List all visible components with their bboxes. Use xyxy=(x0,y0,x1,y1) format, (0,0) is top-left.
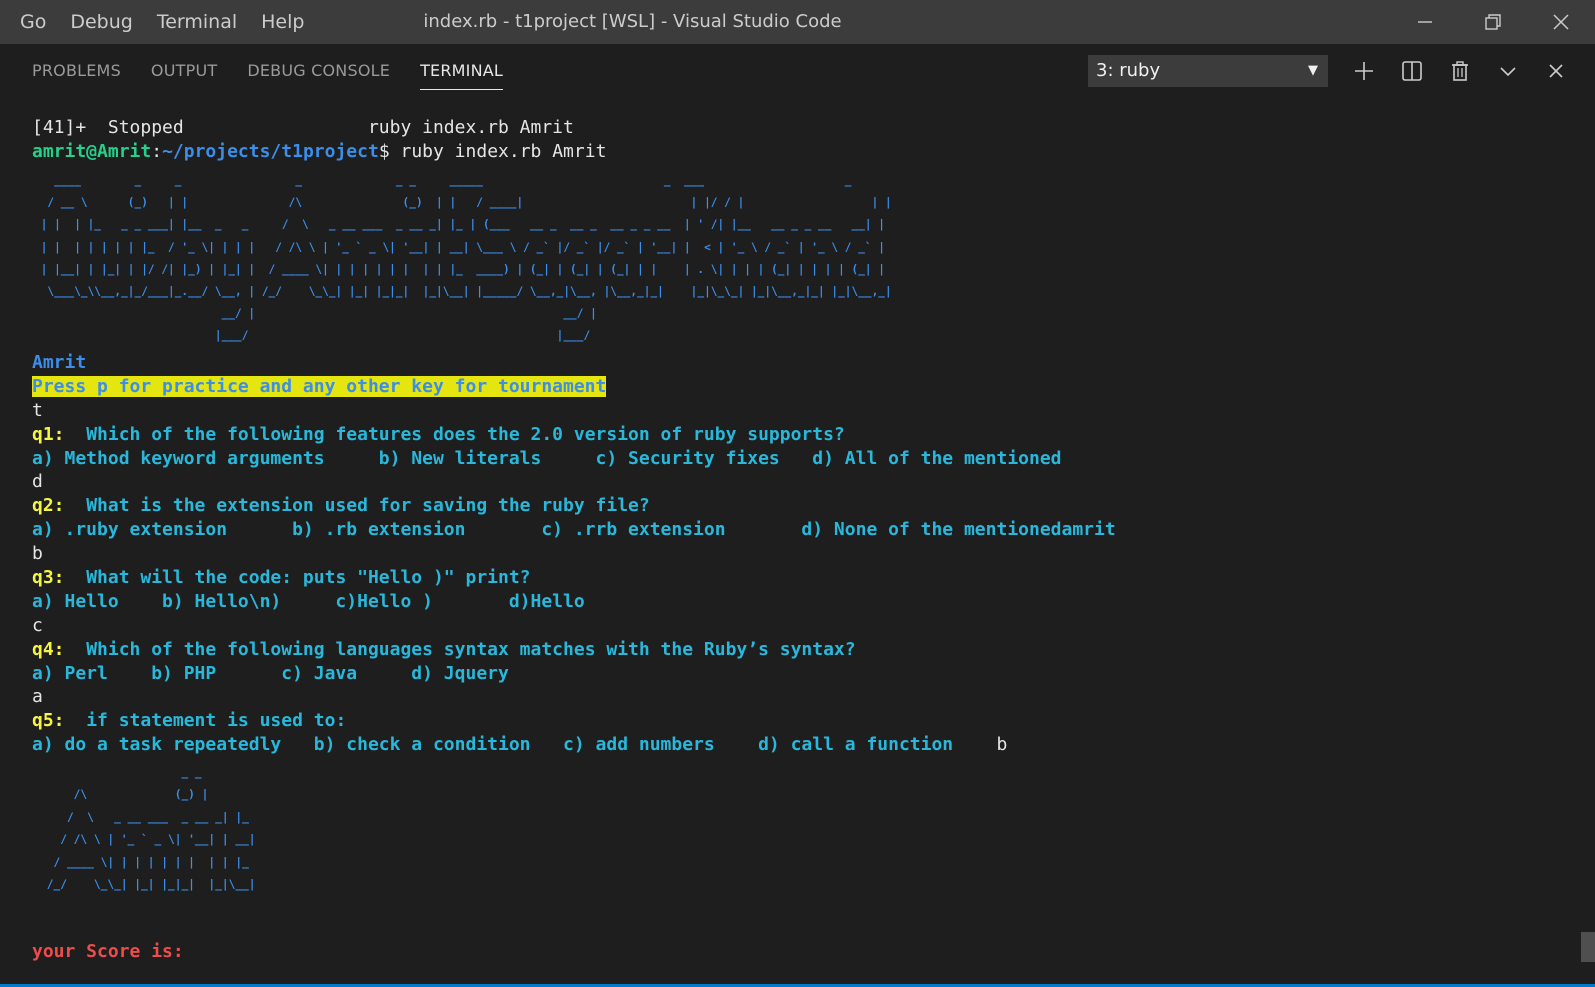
options-line: a) do a task repeatedly b) check a condi… xyxy=(32,733,1572,757)
options-line: a) .ruby extension b) .rb extension c) .… xyxy=(32,519,1116,541)
quiz-output: Amrit Press p for practice and any other… xyxy=(32,351,1572,757)
mode-prompt-line: Press p for practice and any other key f… xyxy=(32,375,1572,399)
question-line: q4: Which of the following languages syn… xyxy=(32,638,1572,662)
restore-icon xyxy=(1485,14,1501,30)
new-terminal-button[interactable] xyxy=(1340,55,1388,87)
question-label: q2: xyxy=(32,495,65,517)
prompt-user: amrit@Amrit xyxy=(32,140,152,162)
prompt-path: ~/projects/t1project xyxy=(162,140,379,162)
title-bar: Go Debug Terminal Help index.rb - t1proj… xyxy=(0,0,1595,44)
tab-terminal[interactable]: TERMINAL xyxy=(420,44,503,98)
question-label: q1: xyxy=(32,423,65,445)
question-text: What will the code: puts "Hello )" print… xyxy=(64,567,531,589)
close-panel-icon xyxy=(1549,64,1563,78)
tab-output[interactable]: OUTPUT xyxy=(151,44,217,98)
panel-actions xyxy=(1340,55,1580,87)
question-text: What is the extension used for saving th… xyxy=(64,495,650,517)
tab-problems[interactable]: PROBLEMS xyxy=(32,44,121,98)
prompt-separator: : xyxy=(151,140,163,162)
answer-line: d xyxy=(32,471,43,493)
answer-text: b xyxy=(996,734,1008,756)
question-label: q5: xyxy=(32,710,65,732)
window-title: index.rb - t1project [WSL] - Visual Stud… xyxy=(423,11,842,32)
question-line: q1: Which of the following features does… xyxy=(32,423,1572,447)
answer-line: c xyxy=(32,614,43,636)
terminal-output[interactable]: [41]+ Stopped ruby index.rb Amrit amrit@… xyxy=(32,116,1572,164)
score-line: your Score is: xyxy=(32,941,184,962)
mode-input: t xyxy=(32,399,43,421)
split-icon xyxy=(1402,61,1422,81)
terminal-select[interactable]: 3: ruby ▼ xyxy=(1088,55,1328,87)
plus-icon xyxy=(1355,62,1373,80)
maximize-panel-button[interactable] xyxy=(1484,55,1532,87)
question-line: q5: if statement is used to: xyxy=(32,709,1572,733)
mode-prompt: Press p for practice and any other key f… xyxy=(32,375,607,397)
chevron-down-icon xyxy=(1500,67,1516,77)
terminal-scrollbar-thumb[interactable] xyxy=(1581,932,1595,962)
trash-icon xyxy=(1452,61,1468,81)
kill-terminal-button[interactable] xyxy=(1436,55,1484,87)
dropdown-arrow-icon: ▼ xyxy=(1308,63,1318,78)
window-controls xyxy=(1391,0,1595,44)
options-line: a) Hello b) Hello\n) c)Hello ) d)Hello xyxy=(32,590,585,612)
minimize-icon xyxy=(1418,21,1432,23)
score-output: your Score is: xyxy=(32,940,1572,964)
options-line: a) Method keyword arguments b) New liter… xyxy=(32,447,1062,469)
answer-line: b xyxy=(32,543,43,565)
options-text: a) do a task repeatedly b) check a condi… xyxy=(32,734,954,756)
options-line: a) Perl b) PHP c) Java d) Jquery xyxy=(32,662,509,684)
tab-debug-console[interactable]: DEBUG CONSOLE xyxy=(247,44,390,98)
question-text: if statement is used to: xyxy=(64,710,347,732)
question-text: Which of the following languages syntax … xyxy=(64,638,856,660)
prompt-dollar: $ xyxy=(378,140,401,162)
minimize-button[interactable] xyxy=(1391,0,1459,44)
question-line: q2: What is the extension used for savin… xyxy=(32,494,1572,518)
question-text: Which of the following features does the… xyxy=(64,423,845,445)
split-terminal-button[interactable] xyxy=(1388,55,1436,87)
banner-ascii-art: ____ _ _ _ _ _ _____ _ ___ _ / __ \ (_) … xyxy=(40,174,892,343)
answer-line: a xyxy=(32,686,43,708)
name-ascii-art: _ _ /\ (_) | / \ _ __ ___ _ __ _| |_ / /… xyxy=(46,766,256,892)
close-window-button[interactable] xyxy=(1527,0,1595,44)
question-line: q3: What will the code: puts "Hello )" p… xyxy=(32,566,1572,590)
terminal-select-value: 3: ruby xyxy=(1096,60,1161,81)
command-text: ruby index.rb Amrit xyxy=(400,140,607,162)
close-icon xyxy=(1553,14,1569,30)
question-label: q4: xyxy=(32,638,65,660)
panel-header: PROBLEMS OUTPUT DEBUG CONSOLE TERMINAL 3… xyxy=(0,44,1595,98)
close-panel-button[interactable] xyxy=(1532,55,1580,87)
prompt-line: amrit@Amrit:~/projects/t1project$ ruby i… xyxy=(32,140,1572,164)
question-label: q3: xyxy=(32,567,65,589)
job-status-line: [41]+ Stopped ruby index.rb Amrit xyxy=(32,117,574,138)
restore-button[interactable] xyxy=(1459,0,1527,44)
panel-tabs: PROBLEMS OUTPUT DEBUG CONSOLE TERMINAL xyxy=(32,44,533,98)
name-line: Amrit xyxy=(32,352,87,373)
answer-gap xyxy=(953,734,996,755)
